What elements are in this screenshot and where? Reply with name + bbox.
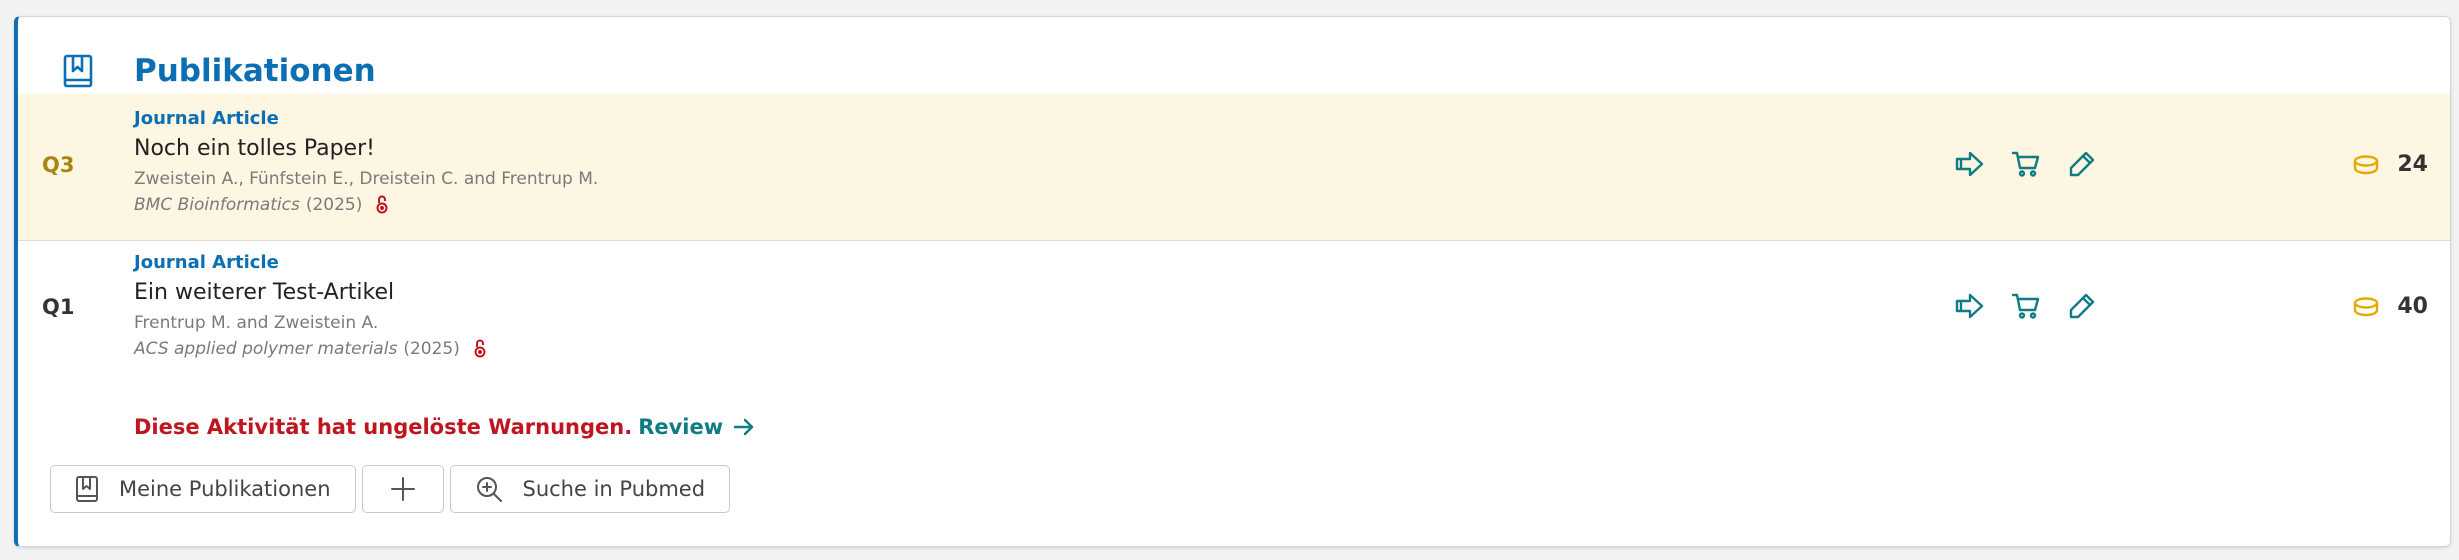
- points-value: 40: [2397, 294, 2428, 319]
- pencil-icon[interactable]: [2054, 286, 2110, 326]
- publication-journal-line: ACS applied polymer materials (2025): [134, 336, 488, 362]
- cart-icon[interactable]: [1998, 144, 2054, 184]
- publication-authors: Zweistein A., Fünfstein E., Dreistein C.…: [134, 169, 599, 189]
- review-link-label: Review: [638, 415, 724, 439]
- publication-type: Journal Article: [134, 108, 279, 129]
- action-button-bar: Meine Publikationen Suche in Pubmed: [50, 465, 736, 513]
- warning-message: Diese Aktivität hat ungelöste Warnungen.…: [134, 415, 755, 439]
- points-display: 40: [2351, 294, 2428, 319]
- publication-row: Q1 Journal Article Ein weiterer Test-Art…: [18, 241, 2450, 416]
- my-publications-button[interactable]: Meine Publikationen: [50, 465, 356, 513]
- coin-stack-icon: [2351, 153, 2381, 177]
- publication-info: Journal Article Noch ein tolles Paper! Z…: [134, 106, 598, 218]
- publication-year: (2025): [403, 339, 460, 359]
- publication-title[interactable]: Noch ein tolles Paper!: [134, 132, 598, 166]
- publication-type: Journal Article: [134, 252, 279, 273]
- my-publications-label: Meine Publikationen: [119, 477, 331, 501]
- publication-authors: Frentrup M. and Zweistein A.: [134, 313, 379, 333]
- search-pubmed-button[interactable]: Suche in Pubmed: [449, 465, 731, 513]
- publications-card: Publikationen Q3 Journal Article Noch ei…: [14, 16, 2451, 547]
- publication-year: (2025): [305, 195, 363, 215]
- publication-row: Q3 Journal Article Noch ein tolles Paper…: [18, 94, 2450, 241]
- coin-stack-icon: [2351, 295, 2381, 319]
- bookmark-book-icon: [58, 51, 98, 91]
- arrow-right-icon: [733, 418, 754, 436]
- row-actions: [1942, 144, 2110, 184]
- quartile-badge: Q1: [42, 295, 75, 319]
- share-arrow-icon[interactable]: [1942, 286, 1998, 326]
- journal-name: ACS applied polymer materials: [134, 339, 398, 359]
- points-value: 24: [2397, 152, 2428, 177]
- publication-title[interactable]: Ein weiterer Test-Artikel: [134, 276, 488, 310]
- bookmark-book-icon: [75, 475, 99, 503]
- zoom-search-icon: [475, 475, 503, 503]
- warning-text: Diese Aktivität hat ungelöste Warnungen.: [134, 415, 633, 439]
- plus-icon: [390, 476, 416, 502]
- quartile-badge: Q3: [42, 153, 75, 177]
- card-header: Publikationen: [58, 51, 376, 91]
- points-display: 24: [2351, 152, 2428, 177]
- pencil-icon[interactable]: [2054, 144, 2110, 184]
- row-actions: [1942, 286, 2110, 326]
- add-publication-button[interactable]: [361, 465, 444, 513]
- review-link[interactable]: Review: [638, 415, 755, 439]
- share-arrow-icon[interactable]: [1942, 144, 1998, 184]
- journal-name: BMC Bioinformatics: [134, 195, 300, 215]
- search-pubmed-label: Suche in Pubmed: [522, 477, 706, 501]
- open-access-lock-icon: [376, 195, 390, 215]
- publication-journal-line: BMC Bioinformatics (2025): [134, 192, 598, 218]
- section-title: Publikationen: [134, 53, 376, 89]
- cart-icon[interactable]: [1998, 286, 2054, 326]
- publication-info: Journal Article Ein weiterer Test-Artike…: [134, 250, 488, 362]
- open-access-lock-icon: [474, 339, 488, 359]
